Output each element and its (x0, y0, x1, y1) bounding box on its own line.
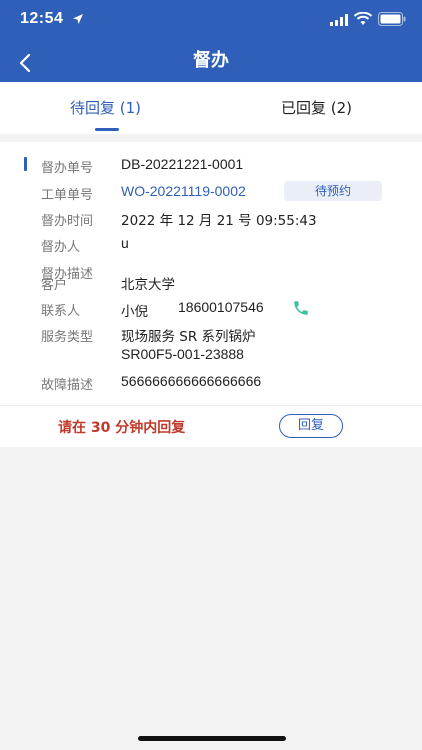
work-order-no-link[interactable]: WO-20221119-0002 (121, 183, 246, 199)
location-arrow-icon (73, 14, 83, 24)
supervision-no-label: 督办单号 (41, 161, 94, 176)
status-badge: 待预约 (284, 181, 382, 201)
service-type-label: 服务类型 (41, 330, 94, 345)
status-bar: 12:54 (0, 0, 422, 40)
contact-phone-value: 18600107546 (178, 299, 264, 315)
cellular-signal-icon (330, 14, 348, 26)
status-time: 12:54 (20, 10, 64, 27)
fault-desc-label: 故障描述 (41, 378, 94, 393)
phone-icon[interactable] (292, 299, 310, 317)
customer-label: 客户 (41, 278, 68, 293)
tab-replied[interactable]: 已回复 (2) (211, 82, 422, 134)
supervision-no-value: DB-20221221-0001 (121, 156, 244, 172)
page-title: 督办 (193, 50, 229, 71)
card-accent-bar (24, 157, 27, 171)
supervisor-label: 督办人 (41, 240, 81, 255)
card-footer-divider (0, 405, 422, 406)
work-order-no-label: 工单单号 (41, 188, 94, 203)
supervision-time-value: 2022 年 12 月 21 号 09:55:43 (121, 213, 317, 229)
supervisor-value: u (121, 235, 129, 251)
contact-name-value: 小倪 (121, 304, 148, 320)
section-divider (0, 134, 422, 142)
wifi-icon (354, 12, 372, 25)
service-model-value: SR00F5-001-23888 (121, 346, 244, 362)
tab-bar: 待回复 (1) 已回复 (2) (0, 82, 422, 134)
active-tab-indicator (95, 128, 119, 131)
reply-button[interactable]: 回复 (279, 414, 343, 438)
app-header: 12:54 督办 (0, 0, 422, 82)
fault-desc-value: 566666666666666666 (121, 373, 262, 389)
tab-pending-reply[interactable]: 待回复 (1) (0, 82, 211, 134)
home-indicator (138, 736, 286, 741)
service-type-value: 现场服务 SR 系列锅炉 (121, 329, 256, 345)
contact-label: 联系人 (41, 304, 81, 319)
reply-deadline-hint: 请在 30 分钟内回复 (58, 420, 186, 436)
supervision-time-label: 督办时间 (41, 214, 94, 229)
battery-icon (378, 12, 406, 26)
customer-value: 北京大学 (121, 277, 175, 293)
